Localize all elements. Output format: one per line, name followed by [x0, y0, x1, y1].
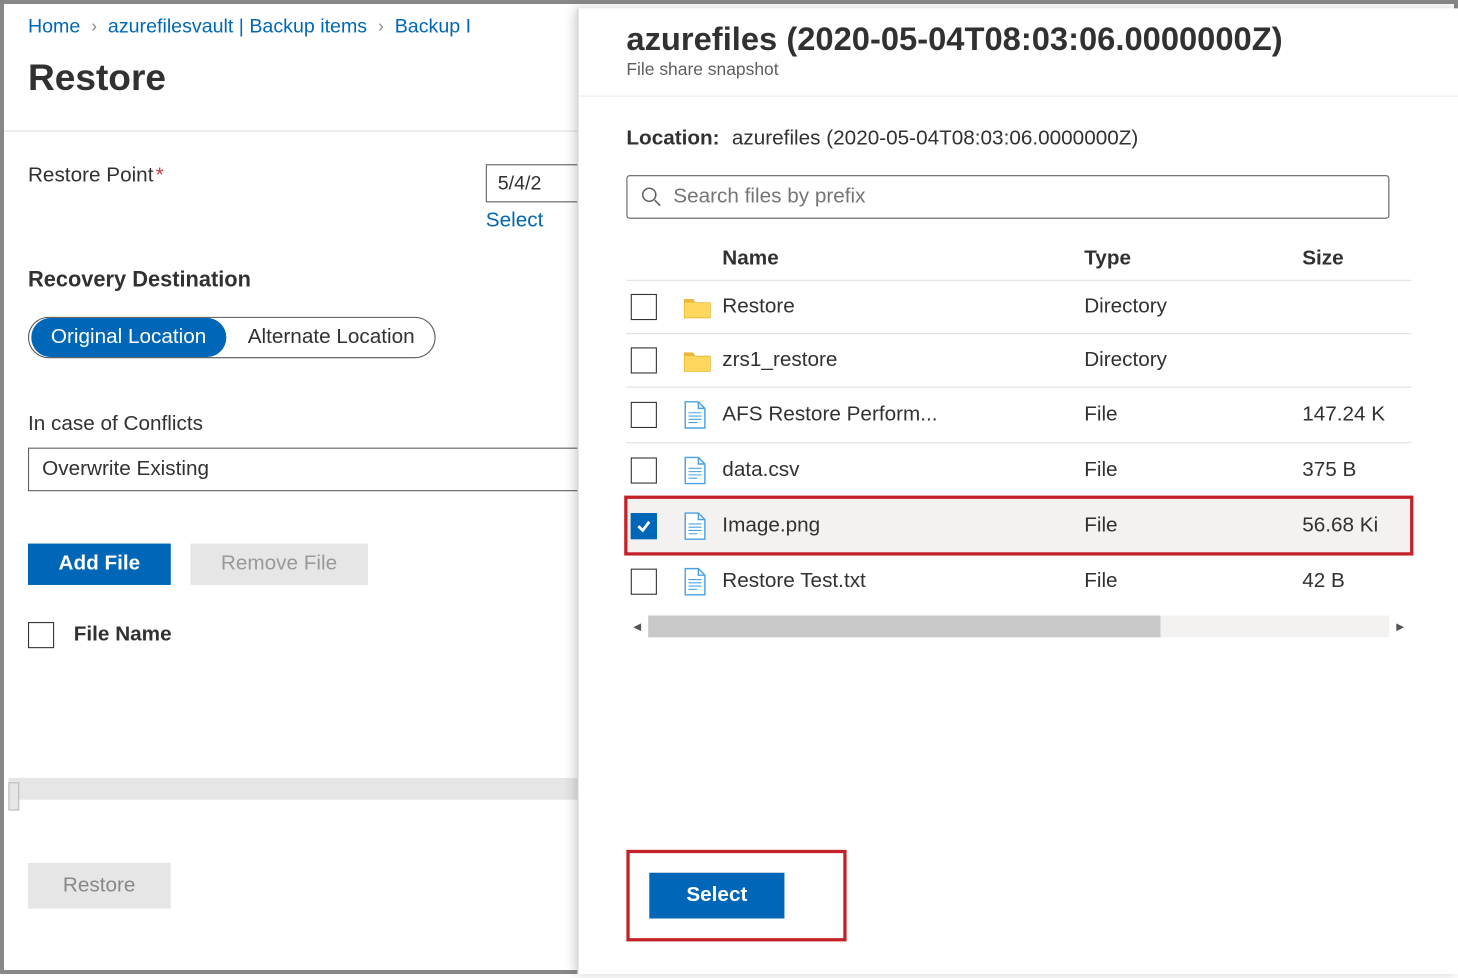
recovery-destination-toggle: Original Location Alternate Location	[28, 317, 435, 358]
table-row[interactable]: AFS Restore Perform...File147.24 K	[626, 387, 1411, 443]
folder-icon	[683, 348, 722, 372]
chevron-right-icon: ›	[91, 17, 97, 37]
type-column-header[interactable]: Type	[1084, 247, 1302, 271]
file-name: AFS Restore Perform...	[722, 403, 1084, 427]
file-name: Image.png	[722, 514, 1084, 538]
location-row: Location: azurefiles (2020-05-04T08:03:0…	[626, 127, 1432, 151]
scroll-left-icon[interactable]: ◄	[626, 615, 648, 637]
row-checkbox[interactable]	[631, 347, 657, 373]
row-checkbox[interactable]	[631, 513, 657, 539]
file-table: Name Type Size RestoreDirectoryzrs1_rest…	[626, 238, 1411, 637]
folder-icon	[683, 295, 722, 319]
remove-file-button[interactable]: Remove File	[190, 544, 367, 585]
file-picker-panel: azurefiles (2020-05-04T08:03:06.0000000Z…	[577, 8, 1458, 974]
file-size: 56.68 Ki	[1302, 514, 1411, 538]
file-icon	[683, 456, 722, 484]
collapsed-panel-indicator[interactable]	[8, 782, 19, 810]
file-size: 375 B	[1302, 459, 1411, 483]
size-column-header[interactable]: Size	[1302, 247, 1411, 271]
file-size: 147.24 K	[1302, 403, 1411, 427]
chevron-right-icon: ›	[378, 17, 384, 37]
file-type: Directory	[1084, 295, 1302, 319]
row-checkbox[interactable]	[631, 457, 657, 483]
name-column-header[interactable]: Name	[722, 247, 1084, 271]
restore-button[interactable]: Restore	[28, 863, 170, 909]
panel-title: azurefiles (2020-05-04T08:03:06.0000000Z…	[626, 21, 1432, 58]
file-name: Restore	[722, 295, 1084, 319]
file-type: File	[1084, 570, 1302, 594]
file-name: zrs1_restore	[722, 348, 1084, 372]
restore-point-label: Restore Point*	[28, 164, 486, 188]
file-name-column-header: File Name	[74, 623, 172, 647]
table-row[interactable]: data.csvFile375 B	[626, 442, 1411, 498]
file-icon	[683, 401, 722, 429]
add-file-button[interactable]: Add File	[28, 544, 171, 585]
file-icon	[683, 512, 722, 540]
select-button-highlight: Select	[626, 850, 846, 942]
table-scrollbar[interactable]: ◄ ►	[626, 615, 1411, 637]
alternate-location-option[interactable]: Alternate Location	[228, 318, 434, 357]
select-button[interactable]: Select	[649, 873, 784, 919]
table-row[interactable]: RestoreDirectory	[626, 280, 1411, 333]
search-input[interactable]	[626, 175, 1389, 219]
select-all-files-checkbox[interactable]	[28, 622, 54, 648]
scroll-right-icon[interactable]: ►	[1389, 615, 1411, 637]
table-row[interactable]: Restore Test.txtFile42 B	[626, 553, 1411, 609]
file-type: File	[1084, 459, 1302, 483]
original-location-option[interactable]: Original Location	[31, 318, 226, 357]
file-type: Directory	[1084, 348, 1302, 372]
search-icon	[641, 186, 663, 208]
breadcrumb-home[interactable]: Home	[28, 15, 80, 38]
file-size: 42 B	[1302, 570, 1411, 594]
breadcrumb-vault[interactable]: azurefilesvault | Backup items	[108, 15, 367, 38]
file-icon	[683, 568, 722, 596]
row-checkbox[interactable]	[631, 402, 657, 428]
row-checkbox[interactable]	[631, 294, 657, 320]
table-row[interactable]: Image.pngFile56.68 Ki	[626, 498, 1411, 554]
search-field[interactable]	[673, 185, 1375, 209]
panel-subtitle: File share snapshot	[626, 61, 1432, 81]
table-row[interactable]: zrs1_restoreDirectory	[626, 333, 1411, 386]
select-restore-point-link[interactable]: Select	[486, 209, 544, 233]
file-name: data.csv	[722, 459, 1084, 483]
divider	[578, 96, 1458, 97]
file-name: Restore Test.txt	[722, 570, 1084, 594]
row-checkbox[interactable]	[631, 569, 657, 595]
breadcrumb-backup[interactable]: Backup I	[395, 15, 471, 38]
file-type: File	[1084, 514, 1302, 538]
file-type: File	[1084, 403, 1302, 427]
